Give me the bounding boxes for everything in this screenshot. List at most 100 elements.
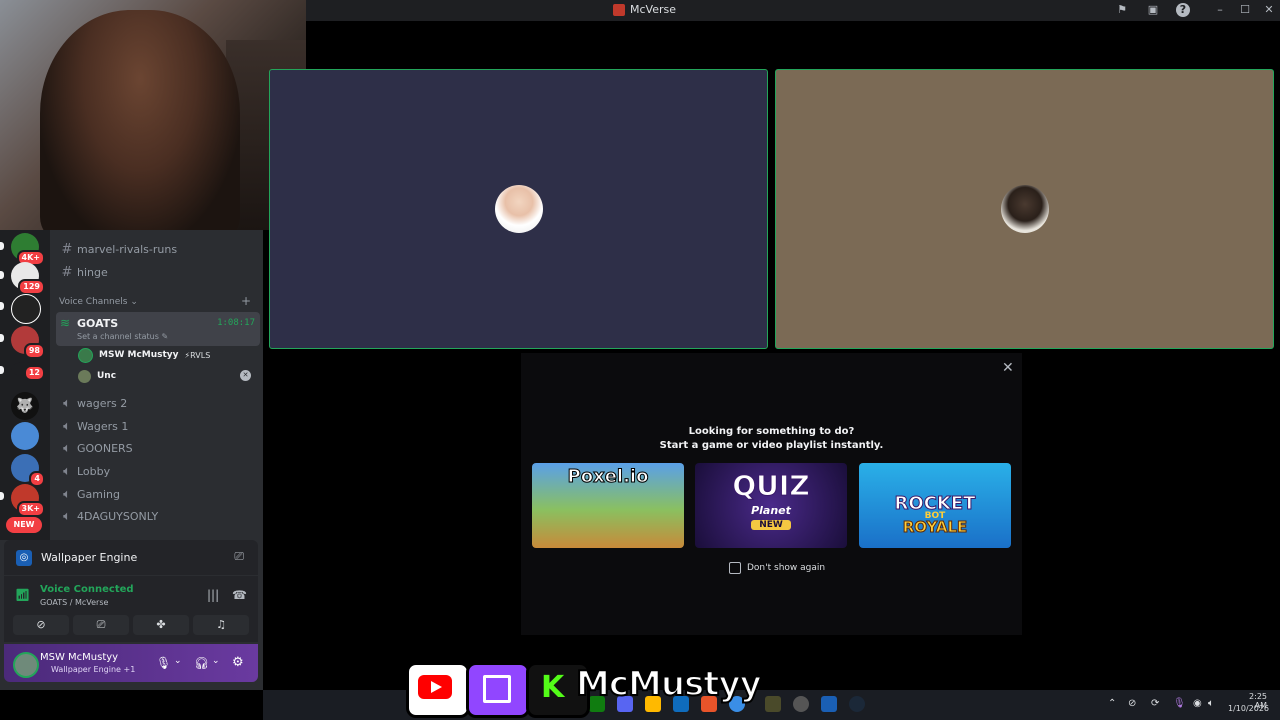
new-tag: NEW [751, 520, 791, 530]
server-rail: 4K+ 129 98 12 🐺 4 3K+ NEW [0, 230, 50, 540]
minimize-button[interactable]: – [1213, 3, 1227, 17]
server-icon[interactable]: 4 [11, 454, 45, 487]
voice-user-name: MSW McMustyy [99, 350, 179, 360]
channel-status-hint[interactable]: Set a channel status ✎ [77, 332, 168, 341]
server-icon[interactable] [11, 422, 39, 450]
server-unread-pip [0, 271, 4, 279]
signal-icon: 📶︎ [15, 588, 31, 602]
channel-name: Wagers 1 [77, 419, 129, 433]
server-badge: 129 [18, 279, 45, 295]
activity-app-name: Wallpaper Engine [41, 551, 138, 564]
activity-panel[interactable]: ◎ Wallpaper Engine ⎚ [4, 540, 258, 575]
wallpaper-engine-icon: ◎ [16, 550, 32, 566]
app-icon[interactable] [793, 696, 809, 712]
server-badge: 98 [23, 343, 45, 359]
server-icon[interactable]: 98 [11, 326, 45, 359]
avatar [78, 347, 93, 363]
text-channel[interactable]: # marvel-rivals-runs [50, 238, 256, 260]
voice-user[interactable]: MSW McMustyy ⚡RVLS [78, 345, 210, 365]
soundboard-icon: ♫ [216, 618, 226, 631]
gear-icon[interactable]: ⚙ [232, 655, 244, 670]
noise-suppression-icon[interactable]: ||| [207, 588, 219, 602]
user-activity: Wallpaper Engine +1 [51, 665, 136, 674]
steam-icon[interactable] [849, 696, 865, 712]
server-icon[interactable]: 129 [11, 262, 45, 295]
text-channel[interactable]: # hinge [50, 261, 256, 283]
voice-user[interactable]: Unc [78, 366, 116, 386]
server-unread-pip [0, 492, 4, 500]
microphone-tray-icon[interactable]: 🎙︎ [1173, 698, 1186, 709]
server-icon[interactable]: 12 [11, 362, 45, 381]
disconnect-icon[interactable]: ☎ [232, 588, 247, 602]
server-icon[interactable]: 3K+ [11, 484, 45, 517]
server-badge: 12 [23, 365, 45, 381]
voice-channel[interactable]: 🔈︎ GOONERS [50, 437, 256, 459]
webcam-person [40, 10, 240, 230]
channel-list: # marvel-rivals-runs # hinge Voice Chann… [50, 230, 263, 540]
speaker-icon: 🔈︎ [63, 395, 71, 411]
xbox-icon: ✕ [240, 370, 251, 381]
checkbox[interactable] [729, 562, 741, 574]
help-icon[interactable]: ? [1176, 3, 1190, 17]
game-card-quiz[interactable]: QUIZ Planet NEW [695, 463, 847, 548]
server-icon[interactable] [11, 294, 41, 324]
wallpaper-engine-taskbar-icon[interactable] [821, 696, 837, 712]
voice-category-header[interactable]: Voice Channels ⌄ [59, 297, 138, 307]
server-unread-pip [0, 366, 4, 374]
voice-channel[interactable]: 🔈︎ Gaming [50, 483, 256, 505]
window-title: McVerse [613, 3, 676, 16]
tray-icon[interactable]: ⊘ [1128, 698, 1136, 709]
server-icon [613, 3, 625, 16]
screen-share-icon: ⎚ [96, 618, 106, 631]
speaker-icon: 🔈︎ [63, 418, 71, 434]
channel-name: GOONERS [77, 441, 133, 455]
voice-location[interactable]: GOATS / McVerse [40, 598, 108, 607]
voice-channel-name: GOATS [77, 317, 119, 330]
speaker-icon: 🔈︎ [63, 440, 71, 456]
dont-show-again[interactable]: Don't show again [729, 562, 825, 574]
active-voice-channel[interactable]: ≋ GOATS Set a channel status ✎ 1:08:17 [56, 312, 260, 346]
avatar[interactable] [13, 652, 39, 678]
game-title: Poxel.io [567, 466, 649, 488]
new-pill[interactable]: NEW [6, 517, 42, 533]
user-panel: MSW McMustyy Wallpaper Engine +1 🎙︎ ⌄ 🎧︎… [4, 644, 258, 682]
inbox-icon[interactable]: ▣ [1146, 3, 1160, 17]
chevron-down-icon[interactable]: ⌄ [174, 656, 182, 666]
voice-channel[interactable]: 🔈︎ Wagers 1 [50, 415, 256, 437]
clock-date[interactable]: 1/10/2026 [1228, 704, 1269, 713]
twitch-logo [466, 662, 530, 718]
voice-channel[interactable]: 🔈︎ 4DAGUYSONLY [50, 505, 256, 527]
headphones-icon[interactable]: 🎧︎ [194, 656, 209, 670]
chevron-down-icon[interactable]: ⌄ [212, 656, 220, 666]
add-channel-plus-icon[interactable]: + [241, 294, 251, 308]
app-icon[interactable] [765, 696, 781, 712]
inbox-flag-icon[interactable]: ⚑ [1115, 3, 1129, 17]
game-card-poxel[interactable]: Poxel.io [532, 463, 684, 548]
video-tile[interactable] [775, 69, 1274, 349]
voice-channel[interactable]: 🔈︎ wagers 2 [50, 392, 256, 414]
close-icon[interactable]: ✕ [1002, 360, 1014, 376]
sync-icon[interactable]: ⟳ [1151, 698, 1159, 709]
channel-name: Lobby [77, 464, 111, 478]
game-title: QUIZ [732, 469, 810, 503]
soundboard-button[interactable]: ♫ [193, 615, 249, 635]
video-tile[interactable] [269, 69, 768, 349]
speaker-icon: 🔈︎ [63, 486, 71, 502]
server-icon[interactable]: 4K+ [11, 233, 45, 266]
volume-icon[interactable]: 🔈︎ [1208, 698, 1214, 709]
stream-game-icon[interactable]: ⎚ [234, 549, 244, 564]
maximize-button[interactable]: ☐ [1238, 3, 1252, 17]
server-badge: 4 [29, 471, 45, 487]
speaker-icon: 🔈︎ [63, 463, 71, 479]
share-screen-button[interactable]: ⎚ [73, 615, 129, 635]
voice-channel[interactable]: 🔈︎ Lobby [50, 460, 256, 482]
wifi-icon[interactable]: ◉ [1193, 698, 1202, 709]
close-window-button[interactable]: ✕ [1262, 3, 1276, 17]
activities-button[interactable]: ✤ [133, 615, 189, 635]
camera-toggle-button[interactable]: ⊘ [13, 615, 69, 635]
voice-status[interactable]: Voice Connected [40, 584, 134, 595]
game-card-rocket-bot[interactable]: ROCKET BOT ROYALE [859, 463, 1011, 548]
microphone-icon[interactable]: 🎙︎ [156, 656, 171, 670]
chevron-up-icon[interactable]: ⌃ [1108, 698, 1116, 709]
wolf-server-icon[interactable]: 🐺 [11, 392, 39, 420]
